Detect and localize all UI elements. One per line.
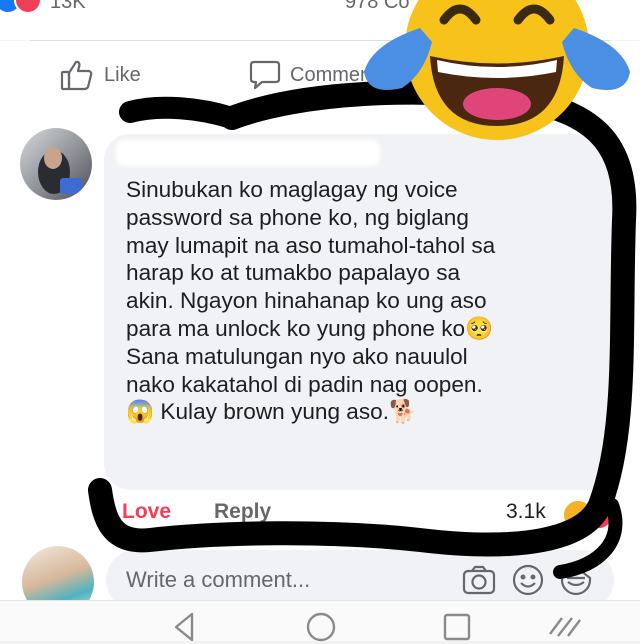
sticker-icon[interactable] — [560, 564, 592, 596]
like-button[interactable]: Like — [60, 58, 141, 92]
thumbs-up-icon — [60, 60, 93, 91]
smiley-icon[interactable] — [512, 564, 544, 596]
avatar[interactable] — [20, 128, 92, 200]
comment-text: Sinubukan ko maglagay ng voice password … — [126, 177, 496, 425]
menu-icon[interactable] — [546, 612, 586, 640]
post-reaction-count[interactable]: 13K — [50, 0, 86, 14]
camera-icon[interactable] — [462, 565, 496, 595]
comment-button[interactable]: Comment — [248, 58, 377, 92]
love-reaction-icon — [14, 0, 42, 14]
like-button-label: Like — [104, 63, 141, 86]
redacted-name — [116, 140, 380, 166]
back-triangle-icon[interactable] — [168, 610, 202, 644]
reply-button[interactable]: Reply — [214, 500, 271, 524]
speech-bubble-icon — [249, 60, 281, 90]
love-button[interactable]: Love — [122, 500, 171, 524]
avatar-photo — [38, 147, 82, 194]
comment-reaction-count[interactable]: 3.1k — [506, 500, 546, 524]
heart-reaction-icon — [584, 500, 614, 530]
recents-square-icon[interactable] — [440, 610, 474, 644]
home-circle-icon[interactable] — [304, 610, 338, 644]
laughing-tears-emoji — [364, 0, 630, 140]
